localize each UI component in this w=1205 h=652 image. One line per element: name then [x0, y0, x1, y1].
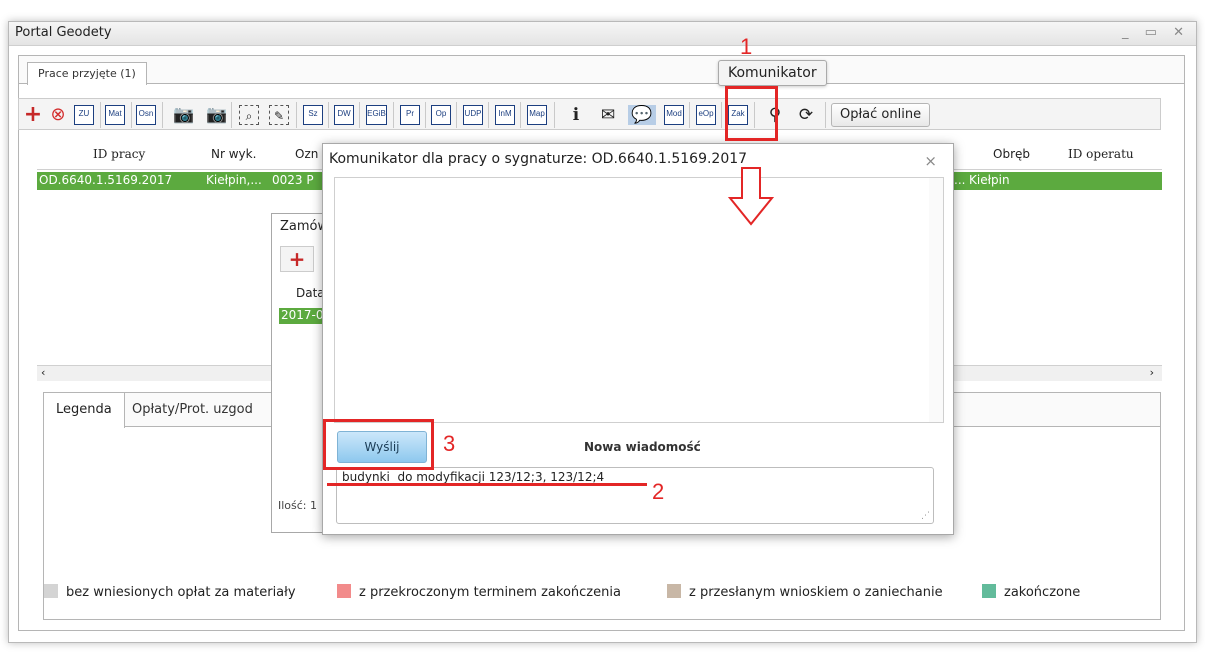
toolbar-separator: [425, 102, 426, 128]
select-search-icon[interactable]: ⌕: [239, 105, 259, 125]
map-button[interactable]: Map: [527, 105, 547, 125]
op-button[interactable]: Op: [431, 105, 451, 125]
toolbar-separator: [162, 102, 163, 128]
mat-button[interactable]: Mat: [105, 105, 125, 125]
legend-swatch: [44, 584, 58, 598]
toolbar-separator: [825, 102, 826, 128]
col-id-pracy[interactable]: ID pracy: [93, 147, 145, 161]
add-icon[interactable]: +: [280, 246, 314, 272]
info-icon[interactable]: ℹ: [565, 105, 587, 125]
mail-icon[interactable]: ✉: [597, 105, 619, 125]
col-nr-wyk[interactable]: Nr wyk.: [211, 147, 256, 161]
pay-online-button[interactable]: Opłać online: [831, 103, 931, 127]
cell-obreb: Kiełpin: [969, 173, 1010, 187]
new-message-label: Nowa wiadomość: [584, 440, 701, 454]
tab-fees[interactable]: Opłaty/Prot. uzgod: [132, 402, 253, 417]
col-obreb[interactable]: Obręb: [993, 147, 1030, 161]
add-icon[interactable]: +: [22, 104, 44, 126]
legend-item: z przekroczonym terminem zakończenia: [337, 584, 621, 600]
osn-button[interactable]: Osn: [136, 105, 156, 125]
legend-swatch: [982, 584, 996, 598]
dw-button[interactable]: DW: [334, 105, 354, 125]
scroll-left-icon[interactable]: ‹: [41, 366, 45, 379]
refresh-icon[interactable]: ⟳: [795, 105, 817, 125]
close-icon[interactable]: ×: [924, 152, 937, 170]
eop-button[interactable]: eOp: [696, 105, 716, 125]
toolbar-separator: [328, 102, 329, 128]
delete-icon[interactable]: ⊗: [47, 105, 69, 125]
egib-button[interactable]: EGiB: [366, 105, 387, 125]
toolbar-separator: [488, 102, 489, 128]
tab-legend[interactable]: Legenda: [44, 393, 125, 428]
cell-ozn: 0023 P: [272, 173, 314, 187]
legend-swatch: [337, 584, 351, 598]
select-edit-icon[interactable]: ✎: [269, 105, 289, 125]
toolbar-separator: [554, 102, 555, 128]
toolbar-separator: [231, 102, 232, 128]
toolbar-separator: [359, 102, 360, 128]
tooltip: Komunikator: [718, 60, 827, 86]
toolbar: + ⊗ ZU Mat Osn 📷 📷 ⌕ ✎ Sz DW EGiB Pr Op …: [18, 98, 1161, 130]
annotation-number-3: 3: [443, 431, 456, 456]
history-scrollbar[interactable]: [929, 178, 943, 422]
camera-icon[interactable]: 📷: [206, 105, 228, 125]
legend-swatch: [667, 584, 681, 598]
title-bar: Portal Geodety _ ▭ ✕: [9, 22, 1196, 46]
chat-dialog-title: Komunikator dla pracy o sygnaturze: OD.6…: [329, 151, 748, 167]
chat-dialog: Komunikator dla pracy o sygnaturze: OD.6…: [322, 143, 954, 535]
tab-accepted-works[interactable]: Prace przyjęte (1): [27, 62, 147, 85]
annotation-number-2: 2: [652, 479, 665, 504]
chat-icon[interactable]: 💬: [628, 105, 656, 125]
resize-grip-icon[interactable]: ⋰: [921, 511, 930, 521]
udp-button[interactable]: UDP: [463, 105, 483, 125]
cell-nr: Kiełpin,...: [206, 173, 262, 187]
camera-search-icon[interactable]: 📷: [173, 105, 195, 125]
toolbar-separator: [456, 102, 457, 128]
col-ozn[interactable]: Ozn: [295, 147, 318, 161]
scroll-right-icon[interactable]: ›: [1150, 366, 1154, 379]
annotation-box-chat: [725, 86, 778, 141]
toolbar-separator: [296, 102, 297, 128]
down-arrow-icon: [728, 167, 774, 226]
pr-button[interactable]: Pr: [400, 105, 420, 125]
sz-button[interactable]: Sz: [303, 105, 323, 125]
order-count: Ilość: 1: [278, 499, 318, 512]
toolbar-separator: [131, 102, 132, 128]
message-history[interactable]: [334, 177, 944, 423]
order-dialog-title: Zamów: [280, 219, 329, 234]
cell-ellipsis: ...: [954, 173, 966, 187]
annotation-box-send: [323, 419, 434, 470]
toolbar-separator: [721, 102, 722, 128]
col-data: Data: [296, 286, 325, 300]
toolbar-separator: [520, 102, 521, 128]
legend-item: zakończone: [982, 584, 1080, 600]
app-title: Portal Geodety: [15, 25, 112, 40]
annotation-number-1: 1: [740, 34, 753, 59]
toolbar-separator: [100, 102, 101, 128]
message-input[interactable]: budynki do modyfikacji 123/12;3, 123/12;…: [336, 467, 934, 524]
legend-item: bez wniesionych opłat za materiały: [44, 584, 296, 600]
mod-button[interactable]: Mod: [664, 105, 684, 125]
tab-strip: Prace przyjęte (1): [19, 56, 1184, 85]
window-controls[interactable]: _ ▭ ✕: [1122, 25, 1190, 40]
col-id-operatu[interactable]: ID operatu: [1068, 147, 1134, 161]
annotation-underline: [327, 483, 647, 486]
toolbar-separator: [393, 102, 394, 128]
inm-button[interactable]: InM: [495, 105, 515, 125]
zu-button[interactable]: ZU: [74, 105, 94, 125]
cell-id: OD.6640.1.5169.2017: [39, 173, 173, 187]
legend-item: z przesłanym wnioskiem o zaniechanie: [667, 584, 943, 600]
toolbar-separator: [689, 102, 690, 128]
